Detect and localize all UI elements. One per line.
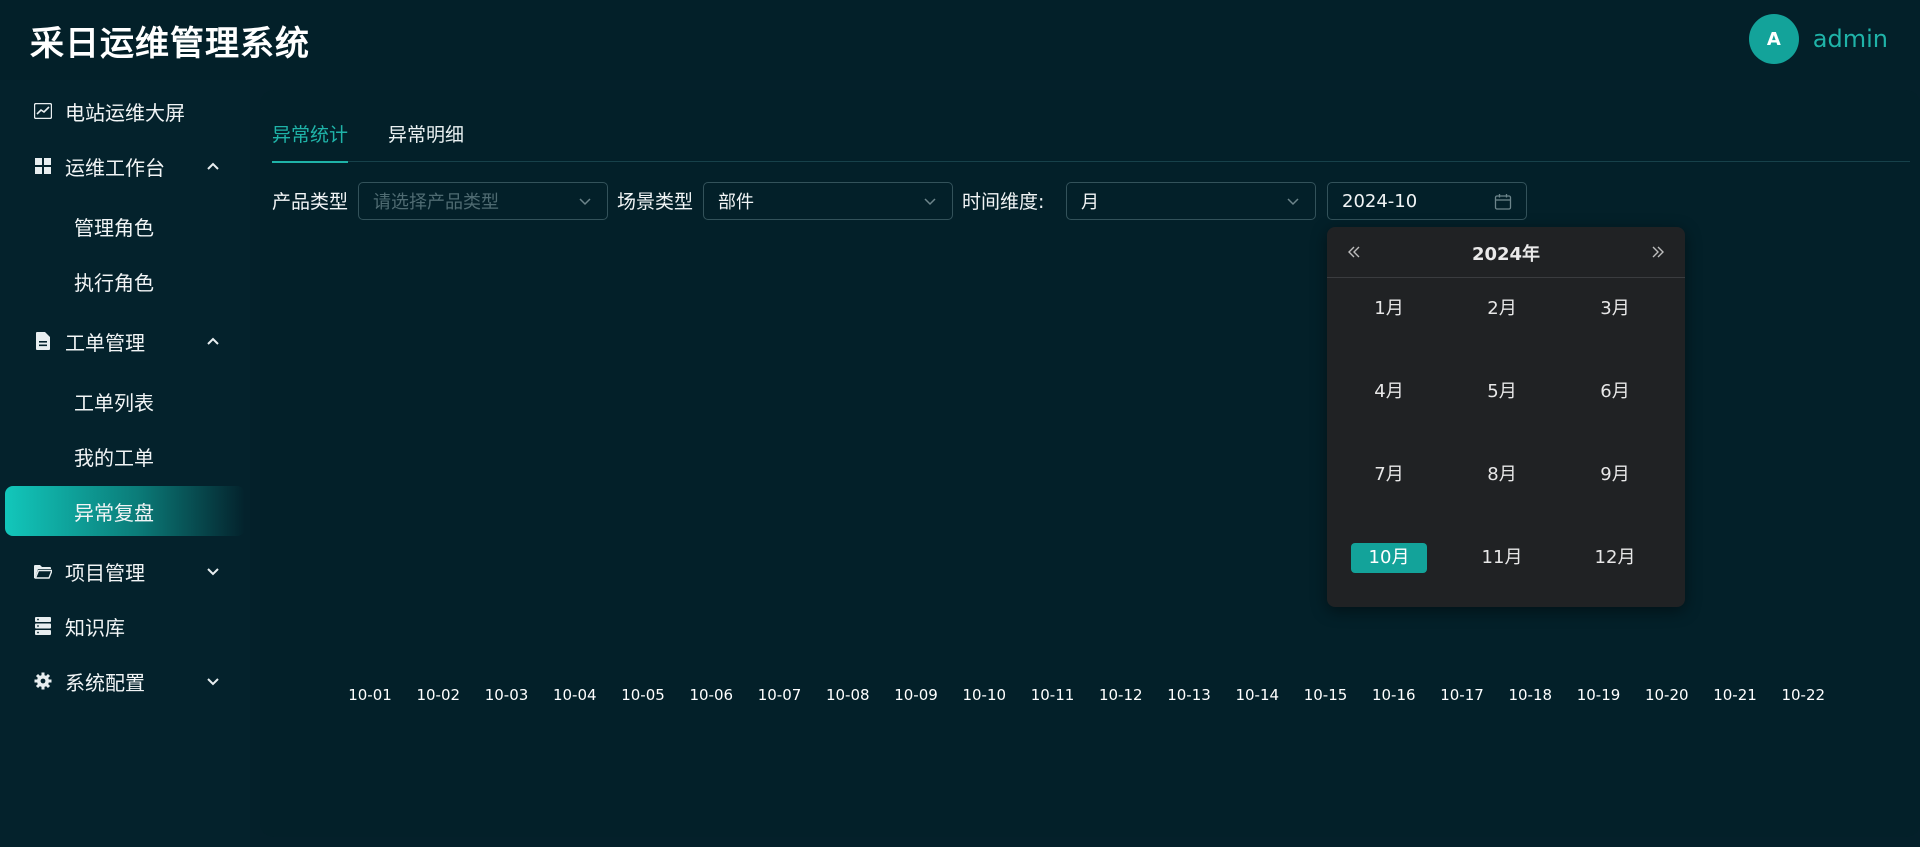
- sidebar-item-knowledge-base[interactable]: 知识库: [5, 601, 245, 651]
- time-dimension-value: 月: [1081, 192, 1099, 213]
- tab-bar: 异常统计 异常明细: [272, 90, 1910, 163]
- scene-type-value: 部件: [718, 192, 754, 213]
- x-tick-label: 10-21: [1713, 686, 1757, 704]
- time-dimension-select[interactable]: 月: [1066, 182, 1316, 220]
- month-cell[interactable]: 4月: [1351, 377, 1427, 407]
- sidebar-item-label: 异常复盘: [74, 500, 154, 525]
- sidebar-subitem-anomaly-review[interactable]: 异常复盘: [5, 486, 245, 536]
- sidebar-item-workorders[interactable]: 工单管理: [5, 316, 245, 366]
- double-chevron-right-icon[interactable]: [1647, 241, 1669, 263]
- sidebar-item-label: 电站运维大屏: [65, 100, 185, 125]
- x-tick-label: 10-16: [1371, 686, 1416, 704]
- chevron-up-icon[interactable]: [203, 331, 223, 351]
- x-tick-label: 10-08: [825, 686, 870, 704]
- month-cell[interactable]: 7月: [1351, 460, 1427, 490]
- sidebar: 电站运维大屏 运维工作台 管理角色 执行角色 工单管理 工单列表 我的工单 异常…: [0, 80, 250, 847]
- x-tick-label: 10-11: [1030, 686, 1075, 704]
- tab-anomaly-details[interactable]: 异常明细: [388, 120, 464, 161]
- x-tick-label: 10-04: [552, 686, 597, 704]
- dashboard-grid-icon: [33, 156, 53, 176]
- x-tick-label: 10-03: [484, 686, 529, 704]
- month-picker-dropdown: 2024年 1月 2月 3月 4月 5月 6月 7月 8月 9月 10月 11月 12月: [1327, 227, 1685, 607]
- sidebar-item-workbench[interactable]: 运维工作台: [5, 141, 245, 191]
- app-title: 采日运维管理系统: [30, 23, 310, 64]
- sidebar-item-projects[interactable]: 项目管理: [5, 546, 245, 596]
- sidebar-subitem-executor-role[interactable]: 执行角色: [5, 256, 245, 306]
- x-tick-label: 10-12: [1098, 686, 1143, 704]
- month-cell[interactable]: 1月: [1351, 294, 1427, 324]
- sidebar-item-label: 工单列表: [74, 390, 154, 415]
- product-type-placeholder: 请选择产品类型: [373, 192, 499, 213]
- x-tick-label: 10-22: [1781, 686, 1826, 704]
- month-cell[interactable]: 6月: [1577, 377, 1653, 407]
- tab-anomaly-statistics[interactable]: 异常统计: [272, 120, 349, 163]
- scene-type-label: 场景类型: [617, 191, 694, 213]
- product-type-select[interactable]: 请选择产品类型: [358, 182, 608, 220]
- x-tick-label: 10-07: [757, 686, 802, 704]
- x-tick-label: 10-10: [962, 686, 1007, 704]
- database-icon: [33, 616, 53, 636]
- month-cell[interactable]: 2月: [1464, 294, 1540, 324]
- document-icon: [33, 331, 53, 351]
- x-tick-label: 10-14: [1235, 686, 1280, 704]
- x-tick-label: 10-17: [1440, 686, 1484, 704]
- chevron-down-icon: [1287, 198, 1299, 206]
- avatar[interactable]: A: [1748, 14, 1799, 64]
- sidebar-item-label: 运维工作台: [65, 155, 165, 180]
- month-cell[interactable]: 5月: [1464, 377, 1540, 407]
- x-tick-label: 10-01: [348, 686, 392, 704]
- x-tick-label: 10-19: [1576, 686, 1621, 704]
- chevron-down-icon: [924, 198, 936, 206]
- sidebar-item-label: 工单管理: [65, 330, 145, 355]
- username[interactable]: admin: [1813, 25, 1888, 53]
- month-cell[interactable]: 11月: [1464, 543, 1540, 573]
- chevron-up-icon[interactable]: [203, 156, 223, 176]
- sidebar-item-label: 我的工单: [74, 445, 154, 470]
- x-tick-label: 10-09: [894, 686, 938, 704]
- chevron-down-icon[interactable]: [203, 561, 223, 581]
- time-dimension-label: 时间维度:: [962, 191, 1045, 213]
- gear-icon: [33, 671, 53, 691]
- sidebar-item-system-config[interactable]: 系统配置: [5, 656, 245, 706]
- month-picker-header: 2024年: [1327, 227, 1685, 278]
- sidebar-item-dashboard-screen[interactable]: 电站运维大屏: [5, 86, 245, 136]
- chevron-down-icon[interactable]: [203, 671, 223, 691]
- x-tick-label: 10-02: [416, 686, 461, 704]
- sidebar-item-label: 知识库: [65, 615, 125, 640]
- top-header: 采日运维管理系统 A admin: [0, 0, 1920, 80]
- sidebar-subitem-my-workorders[interactable]: 我的工单: [5, 431, 245, 481]
- month-cell[interactable]: 9月: [1577, 460, 1653, 490]
- sidebar-subitem-admin-role[interactable]: 管理角色: [5, 201, 245, 251]
- calendar-icon: [1494, 194, 1512, 210]
- chart-line-icon: [33, 101, 53, 121]
- x-tick-label: 10-06: [689, 686, 734, 704]
- scene-type-select[interactable]: 部件: [703, 182, 953, 220]
- sidebar-subitem-workorder-list[interactable]: 工单列表: [5, 376, 245, 426]
- sidebar-item-label: 执行角色: [74, 270, 154, 295]
- x-tick-label: 10-18: [1508, 686, 1553, 704]
- folder-icon: [33, 561, 53, 581]
- product-type-label: 产品类型: [272, 191, 349, 213]
- month-cell[interactable]: 10月: [1351, 543, 1427, 573]
- x-tick-label: 10-05: [621, 686, 665, 704]
- x-tick-label: 10-13: [1167, 686, 1211, 704]
- user-menu[interactable]: A admin: [1748, 14, 1888, 64]
- date-value: 2024-10: [1342, 190, 1418, 212]
- month-cell[interactable]: 12月: [1577, 543, 1653, 573]
- x-tick-label: 10-20: [1644, 686, 1689, 704]
- sidebar-item-label: 系统配置: [65, 670, 145, 695]
- sidebar-item-label: 项目管理: [65, 560, 145, 585]
- month-picker-year[interactable]: 2024年: [1327, 240, 1685, 266]
- sidebar-item-label: 管理角色: [74, 215, 154, 240]
- x-tick-label: 10-15: [1303, 686, 1348, 704]
- month-cell[interactable]: 8月: [1464, 460, 1540, 490]
- chevron-down-icon: [579, 198, 591, 206]
- date-picker-input[interactable]: 2024-10: [1327, 182, 1527, 220]
- month-cell[interactable]: 3月: [1577, 294, 1653, 324]
